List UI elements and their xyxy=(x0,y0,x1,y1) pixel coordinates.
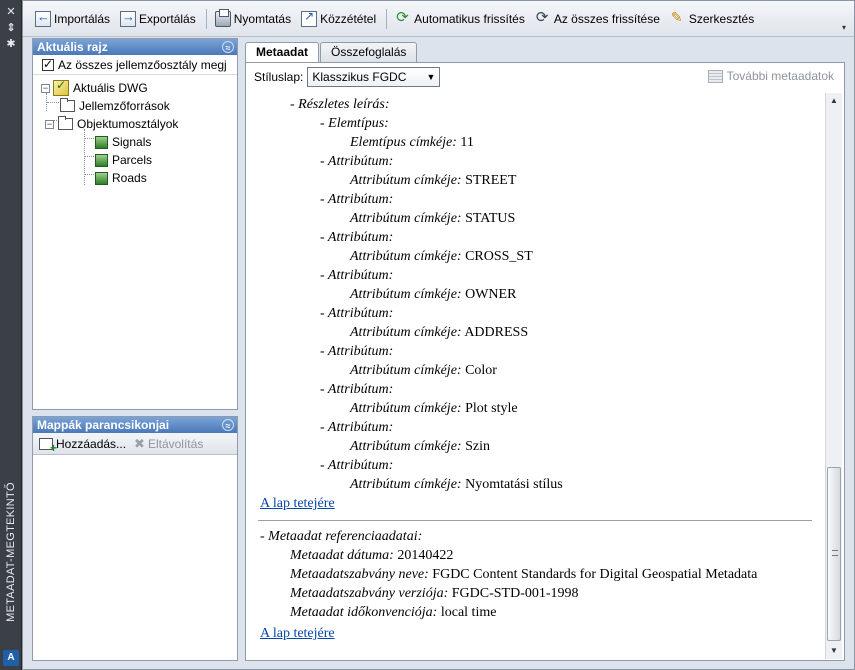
tree-node-layer[interactable]: Roads xyxy=(33,169,237,187)
metadata-stack-icon xyxy=(707,69,723,83)
current-drawing-panel: Aktuális rajz ≈ Az összes jellemzőosztál… xyxy=(32,38,238,410)
section-divider xyxy=(258,520,812,521)
add-shortcut-button[interactable]: Hozzáadás... xyxy=(35,437,130,455)
collapse-chevron-icon[interactable]: ≈ xyxy=(222,41,234,53)
publish-button[interactable]: Közzététel xyxy=(297,8,380,30)
scroll-grip xyxy=(832,550,838,556)
metadata-document: - Részletes leírás: - Elemtípus: Elemtíp… xyxy=(248,93,822,659)
attribute-heading: - Attribútum: xyxy=(320,458,394,473)
reference-heading: - Metaadat referenciaadatai: xyxy=(260,529,423,544)
drawing-tree: − Aktuális DWG Jellemzőforrások − Objekt… xyxy=(33,75,237,187)
remove-shortcut-button[interactable]: ✖ Eltávolítás xyxy=(130,436,207,452)
import-button[interactable]: Importálás xyxy=(31,8,114,30)
tree-node-feature-sources[interactable]: Jellemzőforrások xyxy=(33,97,237,115)
more-metadata-button[interactable]: További metaadatok xyxy=(707,69,834,83)
folder-shortcuts-panel: Mappák parancsikonjai ≈ Hozzáadás... ✖El… xyxy=(32,416,238,661)
print-button[interactable]: Nyomtatás xyxy=(211,8,295,30)
attribute-label-row: Attribútum címkéje: Szin xyxy=(350,439,490,454)
attribute-heading: - Attribútum: xyxy=(320,192,394,207)
collapse-chevron-icon[interactable]: ≈ xyxy=(222,419,234,431)
attribute-heading: - Attribútum: xyxy=(320,382,394,397)
folder-icon xyxy=(60,98,75,112)
standard-name-row: Metaadatszabvány neve: FGDC Content Stan… xyxy=(290,567,758,582)
layer-icon xyxy=(95,135,108,149)
stylesheet-label: Stíluslap: xyxy=(254,70,304,84)
tab-summary[interactable]: Összefoglalás xyxy=(320,42,418,62)
detailed-description-heading: - Részletes leírás: xyxy=(290,97,390,112)
folder-shortcuts-header: Mappák parancsikonjai ≈ xyxy=(33,417,237,433)
printer-icon xyxy=(214,8,231,27)
entity-type-heading: - Elemtípus: xyxy=(320,116,389,131)
metadata-viewer-window: Importálás Exportálás Nyomtatás Közzétét… xyxy=(22,0,855,670)
tab-bar: Metaadat Összefoglalás xyxy=(245,42,418,63)
toolbar-separator xyxy=(205,8,207,29)
edit-button[interactable]: Szerkesztés xyxy=(666,8,758,30)
metadata-tab-panel: Stíluslap: Klasszikus FGDC ▼ További met… xyxy=(245,62,845,661)
metadata-area: Metaadat Összefoglalás Stíluslap: Klassz… xyxy=(245,38,845,661)
collapse-minus-icon[interactable]: − xyxy=(45,119,54,129)
toolbar-separator xyxy=(386,8,388,29)
attribute-label-row: Attribútum címkéje: Color xyxy=(350,363,497,378)
palette-strip: ✕ ⇕ ✱ METAADAT-MEGTEKINTŐ A xyxy=(0,0,22,670)
publish-icon xyxy=(301,9,318,27)
export-icon xyxy=(120,9,137,27)
refresh-all-icon xyxy=(535,8,551,27)
remove-x-icon: ✖ xyxy=(134,435,145,451)
refresh-all-button[interactable]: Az összes frissítése xyxy=(531,8,664,30)
toolbar-overflow-icon[interactable]: ▾ xyxy=(838,23,850,33)
add-folder-icon xyxy=(39,437,57,455)
entity-type-label-row: Elemtípus címkéje: 11 xyxy=(350,135,474,150)
collapse-minus-icon[interactable]: − xyxy=(41,83,50,93)
tree-node-layer[interactable]: Signals xyxy=(33,133,237,151)
layer-icon xyxy=(95,153,108,167)
layer-icon xyxy=(95,171,108,185)
close-icon[interactable]: ✕ xyxy=(0,4,22,20)
attribute-heading: - Attribútum: xyxy=(320,420,394,435)
metadata-date-row: Metaadat dátuma: 20140422 xyxy=(290,548,454,563)
show-all-features-option[interactable]: Az összes jellemzőosztály megj xyxy=(33,55,237,75)
edit-pencil-icon xyxy=(670,9,686,27)
autohide-icon[interactable]: ⇕ xyxy=(0,20,22,36)
stylesheet-select[interactable]: Klasszikus FGDC ▼ xyxy=(307,67,441,87)
tab-metadata[interactable]: Metaadat xyxy=(245,42,320,63)
current-drawing-header: Aktuális rajz ≈ xyxy=(33,39,237,55)
attribute-heading: - Attribútum: xyxy=(320,268,394,283)
tree-node-current-dwg[interactable]: − Aktuális DWG xyxy=(33,78,237,97)
app-logo-icon: A xyxy=(3,650,19,666)
auto-refresh-button[interactable]: Automatikus frissítés xyxy=(391,8,529,30)
folder-shortcuts-toolbar: Hozzáadás... ✖Eltávolítás xyxy=(33,433,237,455)
show-all-features-checkbox[interactable] xyxy=(42,57,54,71)
attribute-label-row: Attribútum címkéje: Plot style xyxy=(350,401,518,416)
scroll-down-icon[interactable]: ▼ xyxy=(826,643,842,659)
dropdown-arrow-icon: ▼ xyxy=(426,72,436,82)
settings-icon[interactable]: ✱ xyxy=(0,36,22,52)
export-button[interactable]: Exportálás xyxy=(116,8,200,30)
attribute-label-row: Attribútum címkéje: STREET xyxy=(350,173,517,188)
tree-node-layer[interactable]: Parcels xyxy=(33,151,237,169)
attribute-label-row: Attribútum címkéje: STATUS xyxy=(350,211,516,226)
auto-refresh-icon xyxy=(395,8,411,27)
main-toolbar: Importálás Exportálás Nyomtatás Közzétét… xyxy=(23,1,854,37)
scroll-up-icon[interactable]: ▲ xyxy=(826,93,842,109)
standard-version-row: Metaadatszabvány verziója: FGDC-STD-001-… xyxy=(290,586,579,601)
drawing-icon xyxy=(53,78,69,96)
folder-icon xyxy=(58,116,73,130)
palette-title: METAADAT-MEGTEKINTŐ xyxy=(5,482,17,622)
attribute-label-row: Attribútum címkéje: ADDRESS xyxy=(350,325,529,340)
attribute-label-row: Attribútum címkéje: Nyomtatási stílus xyxy=(350,477,563,492)
stylesheet-options: Stíluslap: Klasszikus FGDC ▼ További met… xyxy=(246,63,844,91)
attribute-heading: - Attribútum: xyxy=(320,344,394,359)
import-icon xyxy=(35,9,51,27)
time-convention-row: Metaadat időkonvenciója: local time xyxy=(290,605,497,620)
document-scrollbar[interactable]: ▲ ▼ xyxy=(825,93,842,659)
attribute-label-row: Attribútum címkéje: CROSS_ST xyxy=(350,249,533,264)
scroll-thumb[interactable] xyxy=(827,467,841,641)
back-to-top-link[interactable]: A lap tetejére xyxy=(260,496,335,512)
attribute-label-row: Attribútum címkéje: OWNER xyxy=(350,287,517,302)
back-to-top-link[interactable]: A lap tetejére xyxy=(260,626,335,642)
tree-node-object-classes[interactable]: − Objektumosztályok xyxy=(33,115,237,133)
attribute-heading: - Attribútum: xyxy=(320,306,394,321)
attribute-heading: - Attribútum: xyxy=(320,230,394,245)
attribute-heading: - Attribútum: xyxy=(320,154,394,169)
